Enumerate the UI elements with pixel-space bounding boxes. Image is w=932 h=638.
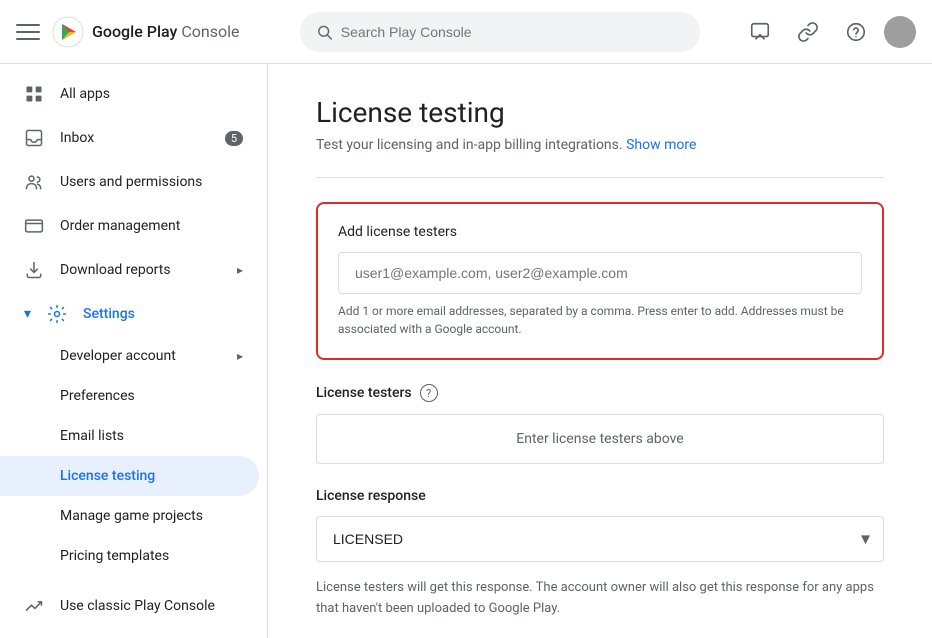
- license-response-label: License response: [316, 488, 884, 504]
- license-testers-placeholder: Enter license testers above: [316, 414, 884, 464]
- page-subtitle: Test your licensing and in-app billing i…: [316, 137, 884, 153]
- link-icon-btn[interactable]: [788, 12, 828, 52]
- license-testers-row: License testers ?: [316, 384, 884, 402]
- license-response-select-wrapper: LICENSED NOT_LICENSED LICENSED_OLD_KEY ▾: [316, 516, 884, 562]
- sidebar-label-users: Users and permissions: [60, 174, 202, 190]
- sidebar-item-order-management[interactable]: Order management: [0, 204, 267, 248]
- sidebar-item-classic[interactable]: Use classic Play Console: [0, 584, 267, 628]
- sidebar-subitem-email-lists[interactable]: Email lists: [0, 416, 267, 456]
- divider: [316, 177, 884, 178]
- expand-arrow-settings: ▾: [24, 306, 31, 322]
- chat-icon: [749, 21, 771, 43]
- sidebar: All apps Inbox 5 Use: [0, 64, 268, 638]
- subitem-label-manage-game-projects: Manage game projects: [60, 508, 203, 524]
- inbox-icon: [24, 128, 44, 148]
- subitem-label-developer-account: Developer account: [60, 348, 176, 364]
- sidebar-label-settings: Settings: [83, 306, 135, 322]
- trend-icon: [24, 596, 44, 616]
- license-response-note: License testers will get this response. …: [316, 578, 884, 620]
- add-testers-label: Add license testers: [338, 224, 862, 240]
- download-icon: [24, 260, 44, 280]
- avatar[interactable]: [884, 16, 916, 48]
- sidebar-label-all-apps: All apps: [60, 86, 110, 102]
- help-icon: [845, 21, 867, 43]
- sidebar-label-inbox: Inbox: [60, 130, 94, 146]
- add-testers-input[interactable]: [338, 252, 862, 294]
- inbox-badge: 5: [225, 131, 243, 146]
- sidebar-item-settings[interactable]: ▾ Settings: [0, 292, 267, 336]
- card-icon: [24, 216, 44, 236]
- subitem-label-email-lists: Email lists: [60, 428, 124, 444]
- sidebar-item-inbox[interactable]: Inbox 5: [0, 116, 267, 160]
- sidebar-item-all-apps[interactable]: All apps: [0, 72, 267, 116]
- subitem-label-license-testing: License testing: [60, 468, 155, 484]
- grid-icon: [24, 84, 44, 104]
- link-icon: [797, 21, 819, 43]
- app-name: Google Play Console: [92, 22, 240, 41]
- search-bar[interactable]: [300, 12, 700, 52]
- license-testers-placeholder-text: Enter license testers above: [516, 431, 683, 447]
- expand-icon-download: ▸: [237, 263, 243, 277]
- topbar-left: Google Play Console: [16, 16, 284, 48]
- add-testers-hint: Add 1 or more email addresses, separated…: [338, 302, 862, 338]
- sidebar-subitem-pricing-templates[interactable]: Pricing templates: [0, 536, 267, 576]
- license-testers-help-icon[interactable]: ?: [420, 384, 438, 402]
- sidebar-subitem-license-testing[interactable]: License testing: [0, 456, 259, 496]
- chat-icon-btn[interactable]: [740, 12, 780, 52]
- sidebar-label-order-management: Order management: [60, 218, 180, 234]
- main-content: License testing Test your licensing and …: [268, 64, 932, 638]
- sidebar-subitem-preferences[interactable]: Preferences: [0, 376, 267, 416]
- sidebar-item-users[interactable]: Users and permissions: [0, 160, 267, 204]
- sidebar-subitem-developer-account[interactable]: Developer account ▸: [0, 336, 267, 376]
- help-icon-btn[interactable]: [836, 12, 876, 52]
- topbar-actions: [740, 12, 916, 52]
- search-input[interactable]: [341, 24, 684, 40]
- license-testers-label: License testers: [316, 385, 412, 401]
- sidebar-label-classic: Use classic Play Console: [60, 598, 215, 614]
- layout: All apps Inbox 5 Use: [0, 64, 932, 638]
- settings-icon: [47, 304, 67, 324]
- users-icon: [24, 172, 44, 192]
- expand-icon-dev-account: ▸: [237, 349, 243, 363]
- logo-icon: [52, 16, 84, 48]
- show-more-link[interactable]: Show more: [626, 137, 696, 153]
- search-icon: [316, 23, 333, 41]
- sidebar-label-download-reports: Download reports: [60, 262, 171, 278]
- topbar: Google Play Console: [0, 0, 932, 64]
- subitem-label-preferences: Preferences: [60, 388, 135, 404]
- page-title: License testing: [316, 96, 884, 129]
- sidebar-subitem-manage-game-projects[interactable]: Manage game projects: [0, 496, 267, 536]
- license-response-select[interactable]: LICENSED NOT_LICENSED LICENSED_OLD_KEY: [316, 516, 884, 562]
- sidebar-item-download-reports[interactable]: Download reports ▸: [0, 248, 267, 292]
- logo-area: Google Play Console: [52, 16, 240, 48]
- add-license-testers-box: Add license testers Add 1 or more email …: [316, 202, 884, 360]
- subitem-label-pricing-templates: Pricing templates: [60, 548, 169, 564]
- hamburger-menu-icon[interactable]: [16, 20, 40, 44]
